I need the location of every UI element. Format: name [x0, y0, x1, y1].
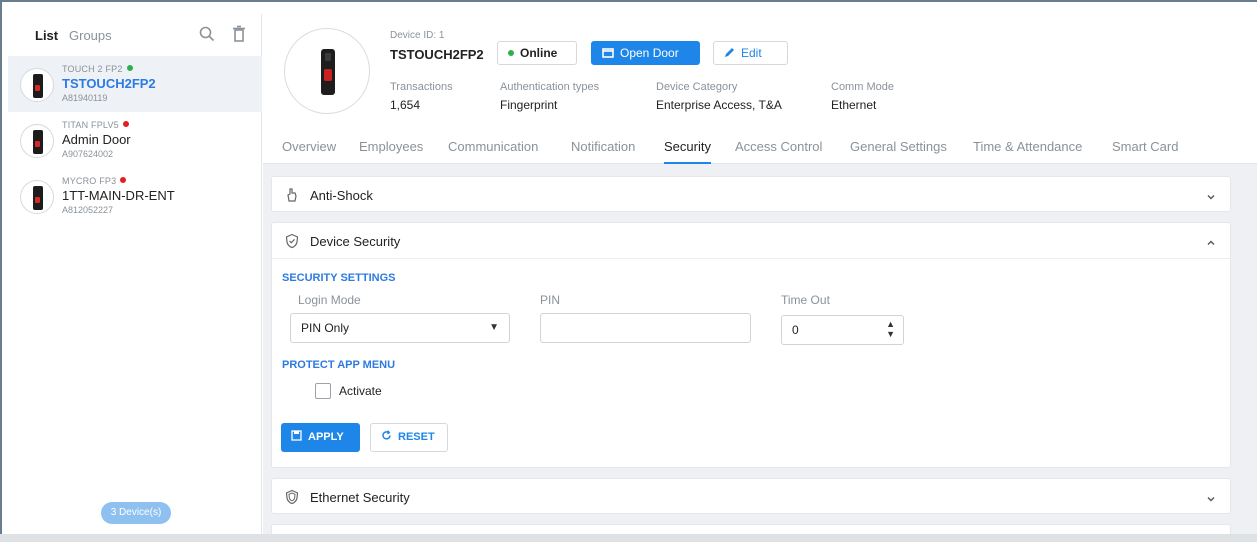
device-name: 1TT-MAIN-DR-ENT [62, 188, 175, 203]
reset-label: RESET [398, 431, 435, 443]
timeout-stepper[interactable]: 0 ▲ ▼ [781, 315, 904, 345]
device-list-item[interactable]: TOUCH 2 FP2 TSTOUCH2FP2 A81940119 [8, 56, 262, 112]
save-icon [291, 430, 302, 441]
sidebar-header: List Groups [8, 14, 261, 56]
refresh-icon [382, 430, 391, 440]
stat-label: Device Category [656, 81, 738, 93]
device-id: Device ID: 1 [390, 30, 445, 41]
activate-checkbox[interactable] [315, 383, 331, 399]
device-thumbnail [20, 180, 54, 214]
offline-status-dot [120, 177, 127, 183]
online-label: Online [520, 46, 558, 60]
ethernet-security-title: Ethernet Security [310, 490, 410, 505]
tab-groups[interactable]: Groups [69, 28, 112, 43]
shield-icon [284, 489, 300, 505]
protect-app-menu-heading: PROTECT APP MENU [282, 359, 396, 371]
device-security-panel: Device Security SECURITY SETTINGS Login … [271, 222, 1231, 468]
login-mode-value: PIN Only [301, 321, 350, 335]
open-door-button[interactable]: Open Door [591, 41, 700, 65]
device-thumbnail [20, 124, 54, 158]
stepper-arrows-icon[interactable]: ▲ ▼ [886, 319, 895, 339]
tab-time-attendance[interactable]: Time & Attendance [973, 139, 1082, 154]
pencil-icon [725, 48, 734, 57]
tab-notification[interactable]: Notification [571, 139, 635, 154]
tab-communication[interactable]: Communication [448, 139, 538, 154]
chevron-down-icon[interactable] [1206, 189, 1216, 200]
tab-overview[interactable]: Overview [282, 139, 336, 154]
device-name: Admin Door [62, 132, 131, 147]
device-title: TSTOUCH2FP2 [390, 47, 484, 62]
device-serial: A812052227 [62, 205, 114, 215]
search-icon[interactable] [198, 25, 216, 43]
edit-button[interactable]: Edit [713, 41, 788, 65]
reset-button[interactable]: RESET [370, 423, 448, 452]
online-status-dot [126, 65, 133, 71]
login-mode-select[interactable]: PIN Only ▼ [290, 313, 510, 343]
stat-label: Authentication types [500, 81, 600, 93]
tab-list[interactable]: List [35, 28, 58, 43]
stat-value: 1,654 [390, 98, 421, 112]
security-settings-heading: SECURITY SETTINGS [282, 272, 396, 284]
device-sidebar: List Groups TOUCH 2 FP2 TSTOUCH2FP2 A819… [8, 14, 262, 542]
online-status-button[interactable]: Online [497, 41, 577, 65]
chevron-up-icon[interactable] [1206, 235, 1216, 245]
timeout-value: 0 [792, 323, 799, 337]
horizontal-scrollbar[interactable] [0, 534, 1257, 542]
ethernet-security-panel: Ethernet Security [271, 478, 1231, 514]
door-icon [602, 48, 614, 58]
tab-general-settings[interactable]: General Settings [850, 139, 947, 154]
stat-label: Transactions [390, 81, 453, 93]
device-security-header[interactable]: Device Security [272, 223, 1230, 259]
device-name: TSTOUCH2FP2 [62, 76, 156, 91]
pin-input[interactable] [540, 313, 751, 343]
stat-label: Comm Mode [831, 81, 894, 93]
ethernet-security-header[interactable]: Ethernet Security [272, 479, 1230, 515]
device-security-title: Device Security [310, 234, 401, 249]
pin-label: PIN [540, 293, 561, 307]
offline-status-dot [122, 121, 129, 127]
anti-shock-panel: Anti-Shock [271, 176, 1231, 212]
device-thumbnail [20, 68, 54, 102]
device-count-badge: 3 Device(s) [101, 502, 171, 524]
device-list-item[interactable]: TITAN FPLV5 Admin Door A907624002 [8, 112, 262, 168]
activate-label: Activate [339, 384, 382, 398]
stat-value: Ethernet [831, 98, 877, 112]
device-serial: A907624002 [62, 149, 114, 159]
tab-access-control[interactable]: Access Control [735, 139, 822, 154]
device-serial: A81940119 [62, 93, 108, 103]
open-door-label: Open Door [620, 46, 679, 60]
trash-icon[interactable] [230, 25, 248, 43]
online-dot-icon [508, 50, 514, 56]
apply-button[interactable]: APPLY [281, 423, 360, 452]
tab-smart-card[interactable]: Smart Card [1112, 139, 1178, 154]
timeout-label: Time Out [781, 293, 830, 307]
device-model: MYCRO FP3 [62, 176, 117, 186]
chevron-down-icon[interactable] [1206, 491, 1216, 502]
security-content: Anti-Shock Device Security SECURITY SETT… [263, 164, 1257, 542]
device-image [284, 28, 370, 114]
anti-shock-title: Anti-Shock [310, 188, 373, 203]
login-mode-label: Login Mode [298, 293, 361, 307]
shield-check-icon [284, 233, 300, 249]
device-model: TITAN FPLV5 [62, 120, 119, 130]
device-list-item[interactable]: MYCRO FP3 1TT-MAIN-DR-ENT A812052227 [8, 168, 262, 224]
tab-security[interactable]: Security [664, 139, 711, 164]
apply-label: APPLY [308, 431, 344, 443]
stat-value: Enterprise Access, T&A [656, 98, 782, 112]
tab-employees[interactable]: Employees [359, 139, 423, 154]
device-detail: Device ID: 1 TSTOUCH2FP2 Online Open Doo… [263, 2, 1257, 542]
anti-shock-header[interactable]: Anti-Shock [272, 177, 1230, 213]
device-model: TOUCH 2 FP2 [62, 64, 123, 74]
caret-down-icon: ▼ [489, 322, 499, 333]
stat-value: Fingerprint [500, 98, 558, 112]
detail-tabs: Overview Employees Communication Notific… [263, 128, 1257, 164]
hand-icon [284, 187, 300, 203]
edit-label: Edit [741, 46, 762, 60]
